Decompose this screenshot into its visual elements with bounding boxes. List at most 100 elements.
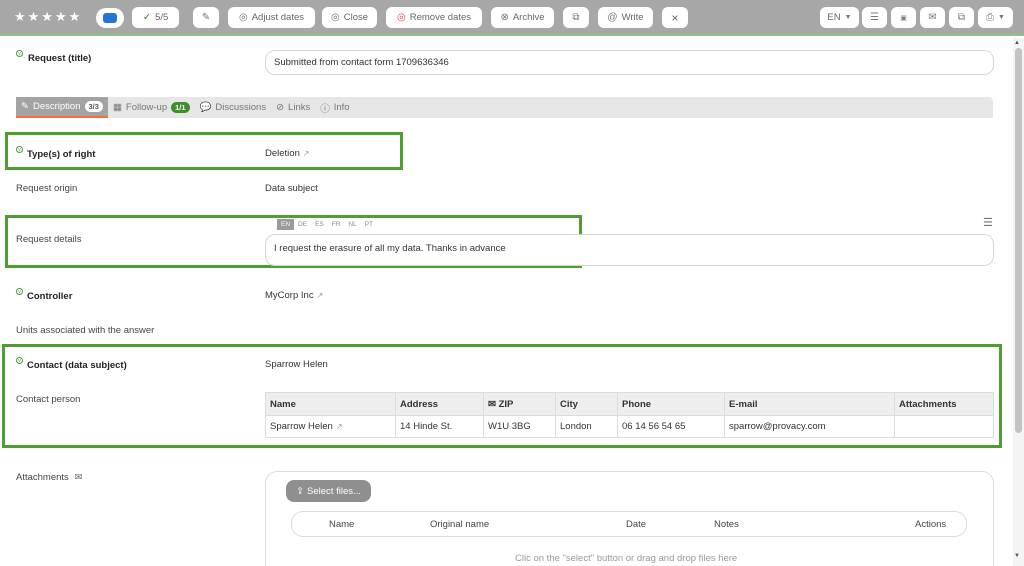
origin-label: Request origin bbox=[16, 183, 78, 194]
column-header[interactable]: Original name bbox=[430, 519, 489, 530]
pencil-icon: ✎ bbox=[21, 101, 29, 112]
checklist-count: 5/5 bbox=[155, 12, 169, 23]
contact-label: Contact (data subject) bbox=[27, 360, 127, 371]
email-button[interactable]: ✉ bbox=[920, 7, 945, 28]
archive-icon: ⊗ bbox=[500, 12, 509, 23]
column-header[interactable]: Actions bbox=[915, 519, 946, 530]
column-header[interactable]: Attachments bbox=[894, 392, 994, 416]
column-header[interactable]: Notes bbox=[714, 519, 739, 530]
print-menu-button[interactable]: ⎙ ▼ bbox=[978, 7, 1013, 28]
column-header[interactable]: Address bbox=[395, 392, 484, 416]
duplicate-icon: ⧉ bbox=[957, 12, 966, 23]
dismiss-button[interactable]: × bbox=[662, 7, 688, 28]
tab-bar: ✎ Description 3/3 ▦ Follow-up 1/1 💬 Disc… bbox=[16, 97, 993, 118]
table-header-row: Name Address ✉ ZIP City Phone E-mail Att… bbox=[265, 392, 994, 416]
lang-tab-es[interactable]: ES bbox=[311, 219, 328, 230]
language-tabs: EN DE ES FR NL PT bbox=[277, 219, 377, 230]
duplicate-button[interactable]: ⧉ bbox=[949, 7, 974, 28]
info-icon: ⓘ bbox=[320, 103, 330, 115]
column-header[interactable]: ✉ ZIP bbox=[483, 392, 556, 416]
adjust-dates-button[interactable]: ◎ Adjust dates bbox=[228, 7, 315, 28]
tab-label: Follow-up bbox=[125, 102, 168, 113]
language-select[interactable]: EN ▼ bbox=[820, 7, 859, 28]
lang-tab-fr[interactable]: FR bbox=[328, 219, 345, 230]
table-cell: London bbox=[555, 415, 618, 438]
list-icon: ☰ bbox=[870, 12, 879, 23]
tab-links[interactable]: ⊘ Links bbox=[271, 97, 315, 118]
column-header[interactable]: Name bbox=[329, 519, 354, 530]
units-label: Units associated with the answer bbox=[16, 325, 155, 336]
drop-zone-hint[interactable]: Clic on the "select" button or drag and … bbox=[515, 553, 737, 564]
remove-dates-button[interactable]: ◎ Remove dates bbox=[386, 7, 482, 28]
column-header[interactable]: City bbox=[555, 392, 618, 416]
checklist-button[interactable]: ✓ 5/5 bbox=[132, 7, 179, 28]
top-toolbar: ★★★★★ ✓ 5/5 ✎ ◎ Adjust dates ◎ Close ◎ R… bbox=[0, 0, 1024, 36]
tab-discussions[interactable]: 💬 Discussions bbox=[195, 97, 272, 118]
contact-value: Sparrow Helen bbox=[265, 359, 328, 370]
table-cell bbox=[894, 415, 994, 438]
table-row[interactable]: Sparrow Helen ↗ 14 Hinde St. W1U 3BG Lond… bbox=[265, 415, 994, 438]
envelope-icon[interactable]: ✉ bbox=[74, 472, 82, 483]
upload-icon: ⇪ bbox=[296, 485, 305, 497]
close-button[interactable]: ◎ Close bbox=[322, 7, 377, 28]
lang-tab-pt[interactable]: PT bbox=[361, 219, 377, 230]
close-circle-icon: ◎ bbox=[330, 12, 340, 23]
calendar-icon: ▦ bbox=[112, 102, 122, 113]
write-button[interactable]: @ Write bbox=[598, 7, 653, 28]
column-header[interactable]: E-mail bbox=[724, 392, 895, 416]
tag-button[interactable] bbox=[96, 8, 124, 28]
scroll-down-arrow[interactable]: ▼ bbox=[1014, 553, 1020, 559]
list-icon[interactable]: ☰ bbox=[983, 216, 993, 229]
check-icon: ✓ bbox=[142, 12, 152, 23]
table-cell: 06 14 56 54 65 bbox=[617, 415, 725, 438]
adjust-dates-label: Adjust dates bbox=[251, 12, 305, 23]
tab-label: Description bbox=[32, 101, 81, 112]
envelope-icon: ✉ bbox=[928, 12, 937, 23]
tab-badge: 1/1 bbox=[171, 102, 190, 113]
pencil-icon: ✎ bbox=[201, 12, 211, 23]
copy-button[interactable]: ⧉ bbox=[563, 7, 589, 28]
lang-tab-de[interactable]: DE bbox=[294, 219, 311, 230]
contact-name: Sparrow Helen bbox=[270, 421, 333, 432]
external-link-icon: ↗ bbox=[316, 291, 324, 300]
tab-description[interactable]: ✎ Description 3/3 bbox=[16, 97, 108, 118]
tab-label: Discussions bbox=[215, 102, 267, 113]
required-marker-icon: v bbox=[16, 357, 23, 364]
external-link-icon: ↗ bbox=[302, 149, 310, 158]
at-icon: @ bbox=[607, 12, 618, 23]
copy-icon: ⧉ bbox=[572, 12, 580, 23]
list-view-button[interactable]: ☰ bbox=[862, 7, 887, 28]
controller-value[interactable]: MyCorp Inc ↗ bbox=[265, 290, 323, 301]
tab-info[interactable]: ⓘ Info bbox=[315, 97, 354, 118]
rights-value[interactable]: Deletion ↗ bbox=[265, 148, 310, 159]
edit-button[interactable]: ✎ bbox=[193, 7, 219, 28]
link-icon: ⊘ bbox=[276, 102, 285, 113]
scroll-up-arrow[interactable]: ▲ bbox=[1014, 40, 1020, 46]
tab-follow-up[interactable]: ▦ Follow-up 1/1 bbox=[108, 97, 195, 118]
lang-tab-en[interactable]: EN bbox=[277, 219, 295, 230]
table-cell[interactable]: Sparrow Helen ↗ bbox=[265, 415, 396, 438]
select-files-button[interactable]: ⇪ Select files... bbox=[286, 480, 371, 502]
chat-icon: 💬 bbox=[199, 102, 212, 113]
request-details-textarea[interactable]: I request the erasure of all my data. Th… bbox=[265, 234, 994, 266]
table-cell: sparrow@provacy.com bbox=[724, 415, 895, 438]
rating-stars[interactable]: ★★★★★ bbox=[14, 9, 82, 25]
lang-tab-nl[interactable]: NL bbox=[344, 219, 360, 230]
origin-value: Data subject bbox=[265, 183, 318, 194]
translate-button[interactable]: ▣ bbox=[891, 7, 916, 28]
rights-value-text: Deletion bbox=[265, 148, 300, 159]
column-header[interactable]: Name bbox=[265, 392, 396, 416]
details-label: Request details bbox=[16, 234, 82, 245]
column-header[interactable]: Date bbox=[626, 519, 646, 530]
attachments-label: Attachments ✉ bbox=[16, 472, 82, 483]
external-link-icon: ↗ bbox=[335, 422, 343, 431]
column-header[interactable]: Phone bbox=[617, 392, 725, 416]
required-marker-icon: v bbox=[16, 50, 23, 57]
tab-badge: 3/3 bbox=[84, 101, 103, 112]
table-cell: W1U 3BG bbox=[483, 415, 556, 438]
request-title-label: Request (title) bbox=[28, 53, 92, 64]
archive-button[interactable]: ⊗ Archive bbox=[491, 7, 554, 28]
scrollbar-thumb[interactable] bbox=[1015, 48, 1022, 433]
translate-icon: ▣ bbox=[900, 14, 907, 22]
request-title-input[interactable]: Submitted from contact form 1709636346 bbox=[265, 50, 994, 75]
